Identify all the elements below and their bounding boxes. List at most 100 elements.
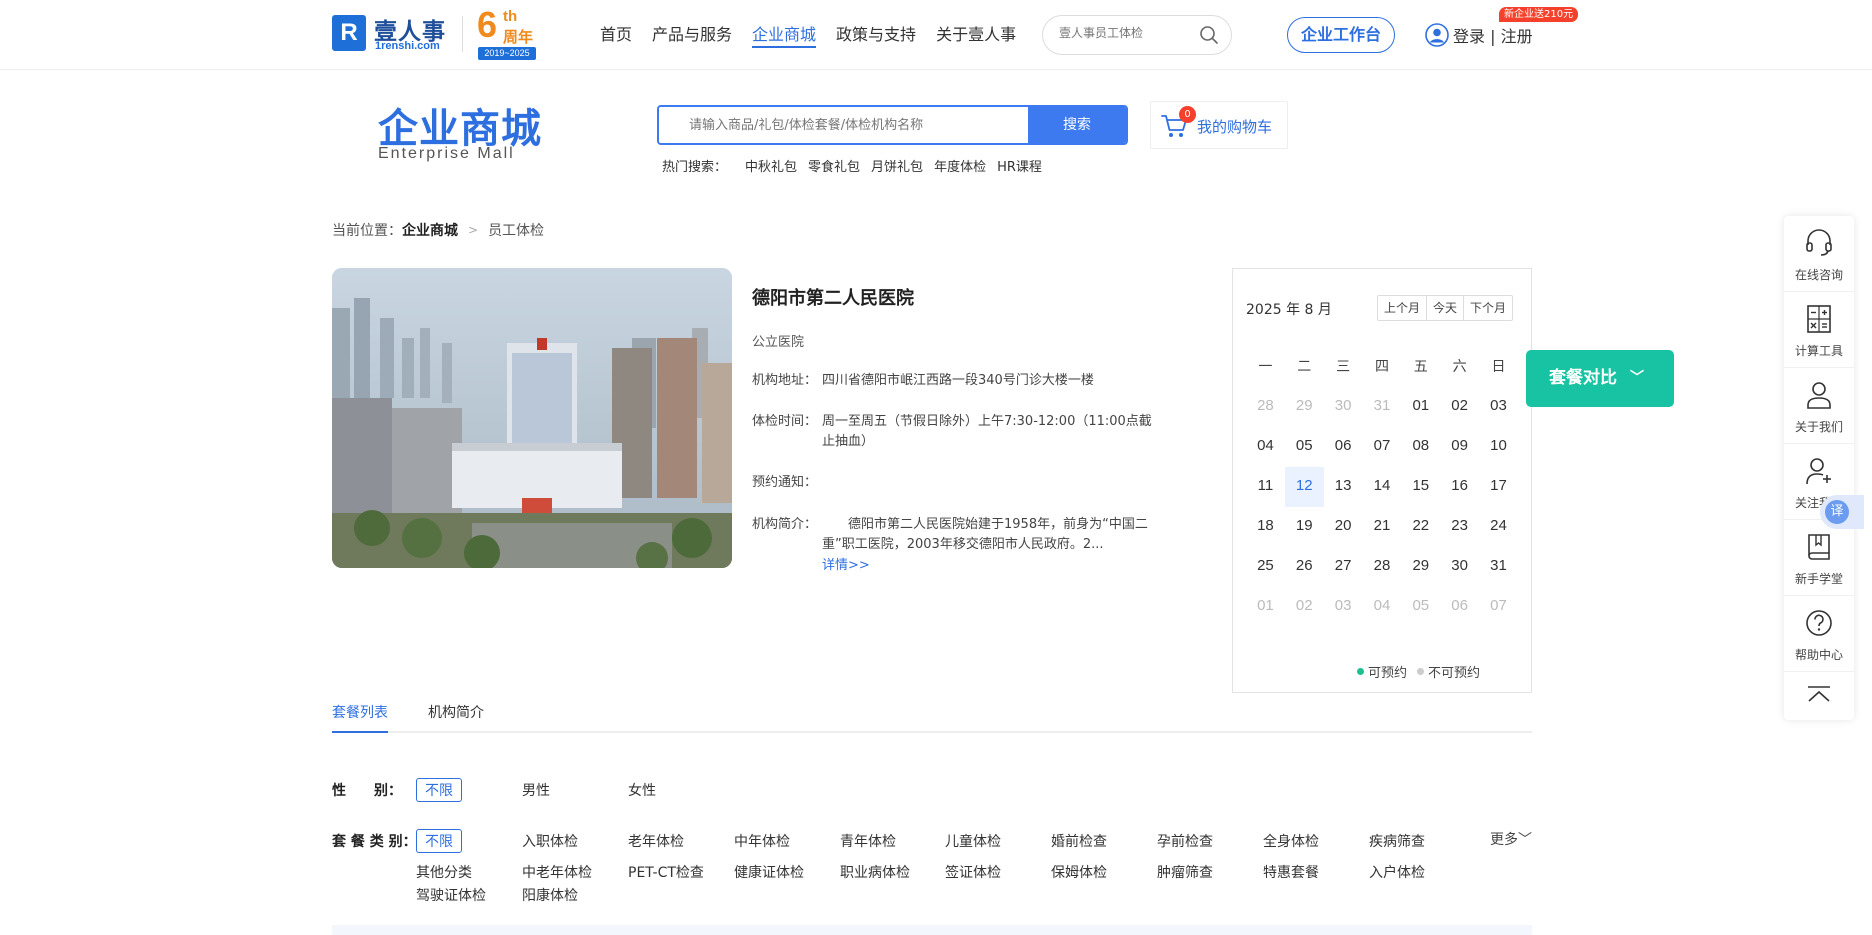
address-value: 四川省德阳市岷江西路一段340号门诊大楼一楼: [822, 373, 1094, 388]
calendar-day[interactable]: 01: [1401, 387, 1440, 427]
category-option-any[interactable]: 不限: [416, 829, 462, 853]
calendar-day[interactable]: 17: [1479, 467, 1518, 507]
calendar-day[interactable]: 07: [1363, 427, 1402, 467]
category-option[interactable]: 婚前检查: [1051, 831, 1107, 851]
gender-filter-label: 性 别：: [332, 783, 402, 799]
available-dot-icon: [1357, 668, 1364, 675]
gender-option-male[interactable]: 男性: [522, 780, 550, 800]
detail-link[interactable]: 详情>>: [822, 554, 870, 573]
calendar-day[interactable]: 30: [1440, 547, 1479, 587]
login-register-link[interactable]: 登录 | 注册: [1453, 23, 1533, 47]
category-option[interactable]: 健康证体检: [734, 862, 804, 882]
anniversary-suffix: th: [503, 8, 518, 25]
calendar-day[interactable]: 31: [1479, 547, 1518, 587]
calendar-day[interactable]: 04: [1246, 427, 1285, 467]
nav-home[interactable]: 首页: [600, 22, 632, 48]
shopping-cart-button[interactable]: 0 我的购物车: [1150, 101, 1288, 149]
search-icon[interactable]: [1199, 25, 1219, 45]
rail-help-center[interactable]: 帮助中心: [1784, 596, 1854, 672]
category-option[interactable]: 其他分类: [416, 862, 472, 882]
translate-button[interactable]: 译: [1820, 495, 1864, 529]
package-compare-button[interactable]: 套餐对比 ﹀: [1526, 350, 1674, 407]
gender-option-any[interactable]: 不限: [416, 778, 462, 802]
back-to-top-button[interactable]: [1784, 672, 1854, 720]
hot-search-item[interactable]: 零食礼包: [808, 156, 860, 175]
category-option[interactable]: 保姆体检: [1051, 862, 1107, 882]
nav-policy[interactable]: 政策与支持: [836, 22, 916, 48]
category-option[interactable]: 疾病筛查: [1369, 831, 1425, 851]
calendar-day[interactable]: 05: [1285, 427, 1324, 467]
hot-search-item[interactable]: 年度体检: [934, 156, 986, 175]
calendar-day[interactable]: 02: [1440, 387, 1479, 427]
calendar-day[interactable]: 21: [1363, 507, 1402, 547]
nav-mall[interactable]: 企业商城: [752, 22, 817, 48]
today-button[interactable]: 今天: [1427, 296, 1465, 320]
user-avatar-icon[interactable]: [1425, 23, 1449, 47]
category-option[interactable]: 特惠套餐: [1263, 862, 1319, 882]
top-search-input[interactable]: [1059, 26, 1199, 40]
mall-search-button[interactable]: 搜索: [1028, 107, 1126, 143]
hot-search-item[interactable]: 中秋礼包: [745, 156, 797, 175]
category-option[interactable]: PET-CT检查: [628, 862, 704, 882]
category-option[interactable]: 签证体检: [945, 862, 1001, 882]
hot-search-item[interactable]: HR课程: [997, 156, 1042, 175]
category-option[interactable]: 全身体检: [1263, 831, 1319, 851]
calendar-day[interactable]: 14: [1363, 467, 1402, 507]
hot-search-label: 热门搜索：: [662, 160, 728, 175]
rail-online-consult[interactable]: 在线咨询: [1784, 216, 1854, 292]
calendar-day[interactable]: 25: [1246, 547, 1285, 587]
workbench-button[interactable]: 企业工作台: [1287, 17, 1395, 53]
rail-beginner-school[interactable]: 新手学堂: [1784, 520, 1854, 596]
category-option[interactable]: 阳康体检: [522, 885, 578, 905]
tab-package-list[interactable]: 套餐列表: [332, 703, 388, 733]
category-option[interactable]: 肿瘤筛查: [1157, 862, 1213, 882]
calendar-day[interactable]: 08: [1401, 427, 1440, 467]
calendar-day[interactable]: 27: [1324, 547, 1363, 587]
calendar-day[interactable]: 15: [1401, 467, 1440, 507]
institution-type: 公立医院: [752, 335, 805, 350]
breadcrumb-mall[interactable]: 企业商城: [402, 220, 458, 240]
calendar-day[interactable]: 16: [1440, 467, 1479, 507]
nav-about[interactable]: 关于壹人事: [936, 22, 1016, 48]
calendar-day[interactable]: 11: [1246, 467, 1285, 507]
calendar-day[interactable]: 03: [1479, 387, 1518, 427]
category-option[interactable]: 青年体检: [840, 831, 896, 851]
hot-search-item[interactable]: 月饼礼包: [871, 156, 923, 175]
rail-about-us[interactable]: 关于我们: [1784, 368, 1854, 444]
prev-month-button[interactable]: 上个月: [1378, 296, 1428, 320]
calendar-day[interactable]: 18: [1246, 507, 1285, 547]
category-option[interactable]: 儿童体检: [945, 831, 1001, 851]
calendar-day[interactable]: 20: [1324, 507, 1363, 547]
calendar-day[interactable]: 19: [1285, 507, 1324, 547]
category-option[interactable]: 孕前检查: [1157, 831, 1213, 851]
calendar-day[interactable]: 26: [1285, 547, 1324, 587]
next-month-button[interactable]: 下个月: [1464, 296, 1512, 320]
more-categories-link[interactable]: 更多﹀: [1490, 829, 1532, 849]
calendar-day[interactable]: 28: [1363, 547, 1402, 587]
calendar-day[interactable]: 09: [1440, 427, 1479, 467]
calendar-day[interactable]: 10: [1479, 427, 1518, 467]
gender-option-female[interactable]: 女性: [628, 780, 656, 800]
brand-logo-icon[interactable]: R: [332, 15, 366, 51]
calendar-day[interactable]: 23: [1440, 507, 1479, 547]
category-option[interactable]: 老年体检: [628, 831, 684, 851]
weekday-label: 五: [1413, 359, 1428, 375]
anniversary-number: 6: [477, 4, 498, 45]
calendar-day[interactable]: 24: [1479, 507, 1518, 547]
weekday-label: 二: [1297, 359, 1312, 375]
category-option[interactable]: 入户体检: [1369, 862, 1425, 882]
category-option[interactable]: 驾驶证体检: [416, 885, 486, 905]
category-option[interactable]: 职业病体检: [840, 862, 910, 882]
calendar-day[interactable]: 22: [1401, 507, 1440, 547]
category-option[interactable]: 入职体检: [522, 831, 578, 851]
tab-institution-intro[interactable]: 机构简介: [428, 703, 484, 733]
nav-products[interactable]: 产品与服务: [652, 22, 732, 48]
calendar-day[interactable]: 29: [1401, 547, 1440, 587]
rail-calc-tools[interactable]: 计算工具: [1784, 292, 1854, 368]
calendar-day-today[interactable]: 12: [1284, 467, 1324, 507]
calendar-day[interactable]: 06: [1324, 427, 1363, 467]
calendar-day[interactable]: 13: [1324, 467, 1363, 507]
category-option[interactable]: 中老年体检: [522, 862, 592, 882]
category-option[interactable]: 中年体检: [734, 831, 790, 851]
mall-search-input[interactable]: [659, 107, 1029, 143]
